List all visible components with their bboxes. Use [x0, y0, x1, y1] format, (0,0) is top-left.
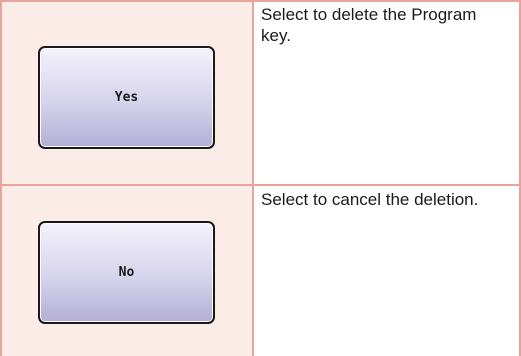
table-row-no: No Select to cancel the deletion.: [0, 185, 521, 356]
yes-description: Select to delete the Program key.: [261, 5, 477, 45]
no-button-label: No: [118, 265, 135, 280]
button-cell: No: [0, 185, 253, 356]
table-row-yes: Yes Select to delete the Program key.: [0, 0, 521, 185]
column-divider: [252, 0, 254, 356]
yes-button[interactable]: Yes: [38, 46, 215, 149]
table-border-top: [0, 0, 521, 2]
row-divider: [0, 184, 521, 186]
description-cell: Select to delete the Program key.: [253, 0, 521, 185]
no-button[interactable]: No: [38, 221, 215, 324]
description-cell: Select to cancel the deletion.: [253, 185, 521, 356]
yes-button-label: Yes: [114, 90, 139, 105]
button-description-table: Yes Select to delete the Program key. No…: [0, 0, 521, 356]
no-description: Select to cancel the deletion.: [261, 190, 479, 209]
button-cell: Yes: [0, 0, 253, 185]
table-border-left: [0, 0, 2, 356]
